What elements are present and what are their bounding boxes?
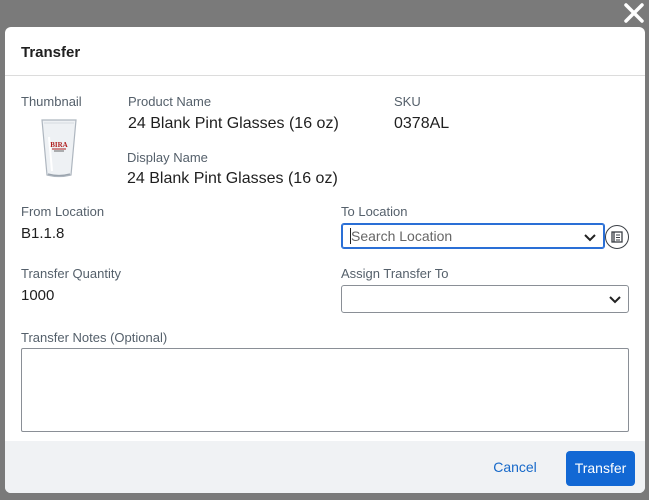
location-list-button[interactable] (605, 225, 629, 249)
dialog-footer: Cancel Transfer (5, 441, 645, 493)
sku-value: 0378AL (394, 115, 450, 132)
product-name-value: 24 Blank Pint Glasses (16 oz) (128, 115, 339, 132)
pint-glass-image: BIRA (40, 117, 78, 179)
transfer-dialog: Transfer Thumbnail BIRA Product Name 24 … (5, 27, 645, 493)
transfer-quantity-value: 1000 (21, 287, 55, 304)
chevron-down-icon[interactable] (608, 295, 622, 305)
product-name-label: Product Name (128, 94, 212, 109)
transfer-notes-label: Transfer Notes (Optional) (21, 330, 168, 345)
cancel-button[interactable]: Cancel (483, 455, 547, 479)
assign-transfer-to-select[interactable] (341, 285, 629, 313)
display-name-value: 24 Blank Pint Glasses (16 oz) (127, 170, 338, 187)
thumbnail-label: Thumbnail (21, 94, 82, 109)
transfer-button[interactable]: Transfer (566, 451, 635, 486)
assign-transfer-to-label: Assign Transfer To (341, 266, 449, 281)
transfer-quantity-label: Transfer Quantity (21, 266, 121, 281)
list-book-icon (611, 231, 623, 243)
to-location-placeholder: Search Location (351, 228, 453, 244)
from-location-label: From Location (21, 204, 105, 219)
chevron-down-icon[interactable] (583, 233, 597, 243)
to-location-search-select[interactable]: Search Location (341, 223, 605, 249)
svg-text:BIRA: BIRA (50, 141, 68, 149)
display-name-label: Display Name (127, 150, 208, 165)
dialog-header: Transfer (5, 27, 645, 76)
sku-label: SKU (394, 94, 421, 109)
to-location-label: To Location (341, 204, 408, 219)
transfer-notes-textarea[interactable] (21, 348, 629, 432)
from-location-value: B1.1.8 (21, 225, 65, 242)
close-icon[interactable] (622, 2, 646, 24)
dialog-title: Transfer (21, 44, 81, 61)
